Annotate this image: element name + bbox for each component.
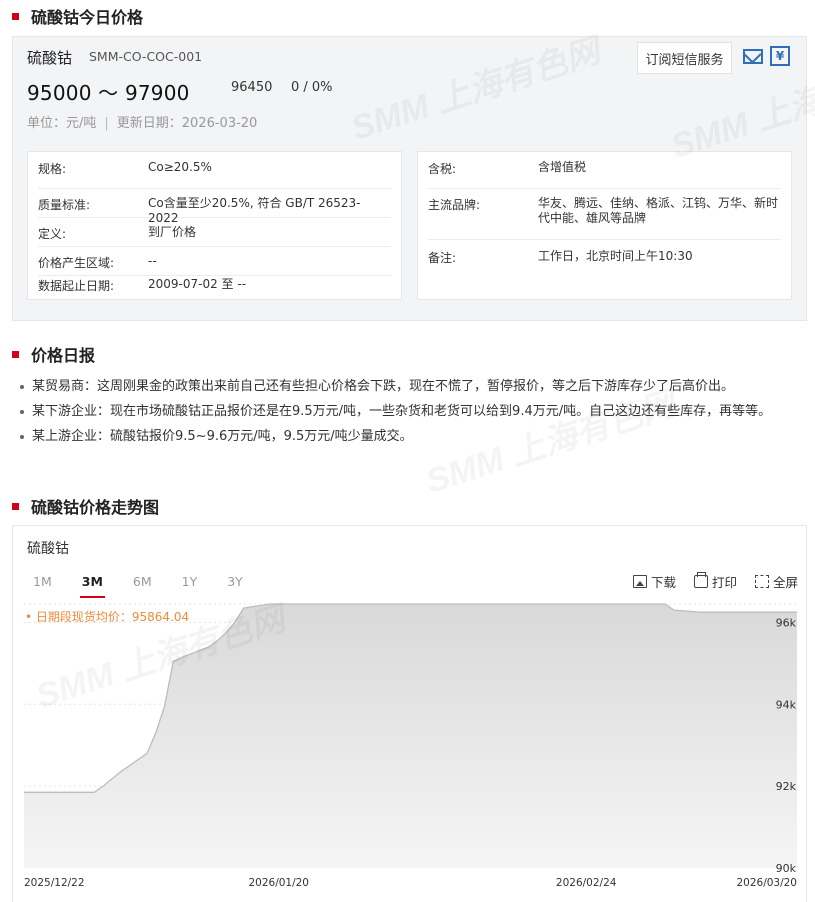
list-item: 某贸易商：这周刚果金的政策出来前自己还有些担心价格会下跌，现在不慌了，暂停报价，… — [20, 376, 805, 398]
spec-label: 价格产生区域: — [38, 256, 115, 270]
series-area — [24, 604, 797, 868]
spec-value: 华友、腾远、佳纳、格派、江钨、万华、新时代中能、雄风等品牌 — [538, 196, 779, 225]
spec-value: Co≥20.5% — [148, 160, 212, 174]
section-marker — [12, 502, 19, 510]
calendar-yuan-icon[interactable]: ¥ — [770, 46, 790, 66]
x-tick-label: 2026/02/24 — [556, 877, 617, 889]
spec-value: -- — [148, 254, 157, 268]
x-tick-label: 2025/12/22 — [24, 877, 85, 889]
spec-row: 备注: 工作日，北京时间上午10:30 — [428, 240, 781, 270]
price-change: 0 / 0% — [291, 80, 333, 95]
list-item: 某上游企业：硫酸钴报价9.5~9.6万元/吨，9.5万元/吨少量成交。 — [20, 426, 805, 448]
section-title-text: 硫酸钴今日价格 — [31, 8, 144, 27]
section-title-text: 硫酸钴价格走势图 — [31, 498, 160, 517]
y-tick-label: 94k — [776, 698, 797, 711]
x-tick-label: 2026/03/20 — [736, 877, 797, 889]
section-title-trend: 硫酸钴价格走势图 — [12, 494, 159, 518]
spec-label: 含税: — [428, 162, 457, 176]
spec-label: 质量标准: — [38, 198, 91, 212]
mail-icon[interactable] — [743, 49, 763, 64]
price-meta: 单位：元/吨 | 更新日期：2026-03-20 — [27, 116, 258, 131]
section-title-text: 价格日报 — [31, 346, 96, 365]
y-tick-label: 90k — [776, 862, 797, 875]
spec-label: 数据起止日期: — [38, 279, 115, 293]
list-item: 某下游企业：现在市场硫酸钴正品报价还是在9.5万元/吨，一些杂货和老货可以给到9… — [20, 401, 805, 423]
price-card: 硫酸钴 SMM-CO-COC-001 95000 ～ 97900 96450 0… — [12, 36, 807, 321]
spec-row: 数据起止日期: 2009-07-02 至 -- — [38, 276, 391, 300]
chart-card: 硫酸钴 1M 3M 6M 1Y 3Y 下载 打印 全屏 • 日期段现货均价：95… — [12, 525, 807, 902]
spec-row: 质量标准: Co含量至少20.5%, 符合 GB/T 26523-2022 — [38, 189, 391, 225]
spec-value: 含增值税 — [538, 160, 587, 174]
section-marker — [12, 12, 19, 20]
y-tick-label: 92k — [776, 780, 797, 793]
price-range: 95000 ～ 97900 — [27, 81, 190, 105]
spec-value: 到厂价格 — [148, 225, 197, 239]
daily-report-list: 某贸易商：这周刚果金的政策出来前自己还有些担心价格会下跌，现在不慌了，暂停报价，… — [20, 376, 805, 451]
unit-label: 单位：元/吨 — [27, 116, 97, 131]
subscribe-sms-button[interactable]: 订阅短信服务 — [637, 42, 732, 74]
spec-table-right: 含税: 含增值税 主流品牌: 华友、腾远、佳纳、格派、江钨、万华、新时代中能、雄… — [417, 151, 792, 300]
spec-value: 2009-07-02 至 -- — [148, 277, 247, 291]
x-tick-label: 2026/01/20 — [248, 877, 309, 889]
spec-label: 规格: — [38, 162, 67, 176]
product-code: SMM-CO-COC-001 — [89, 49, 203, 64]
spec-label: 主流品牌: — [428, 198, 481, 212]
price-trend-chart: 90k 92k 94k 96k 2025/12/22 2026/01/20 2026/02/… — [24, 603, 797, 889]
spec-row: 规格: Co≥20.5% — [38, 160, 391, 189]
spec-value: 工作日，北京时间上午10:30 — [538, 249, 693, 263]
section-title-daily: 价格日报 — [12, 342, 95, 366]
average-price: 96450 — [231, 80, 273, 95]
spec-row: 价格产生区域: -- — [38, 247, 391, 276]
spec-row: 含税: 含增值税 — [428, 160, 781, 189]
spec-row: 主流品牌: 华友、腾远、佳纳、格派、江钨、万华、新时代中能、雄风等品牌 — [428, 189, 781, 240]
spec-row: 定义: 到厂价格 — [38, 218, 391, 247]
update-date: 更新日期：2026-03-20 — [116, 116, 258, 131]
spec-label: 备注: — [428, 251, 457, 265]
y-tick-label: 96k — [776, 616, 797, 629]
product-name: 硫酸钴 — [27, 49, 73, 67]
spec-table-left: 规格: Co≥20.5% 质量标准: Co含量至少20.5%, 符合 GB/T … — [27, 151, 402, 300]
section-title-today: 硫酸钴今日价格 — [12, 4, 143, 28]
spec-label: 定义: — [38, 227, 67, 241]
section-marker — [12, 350, 19, 358]
